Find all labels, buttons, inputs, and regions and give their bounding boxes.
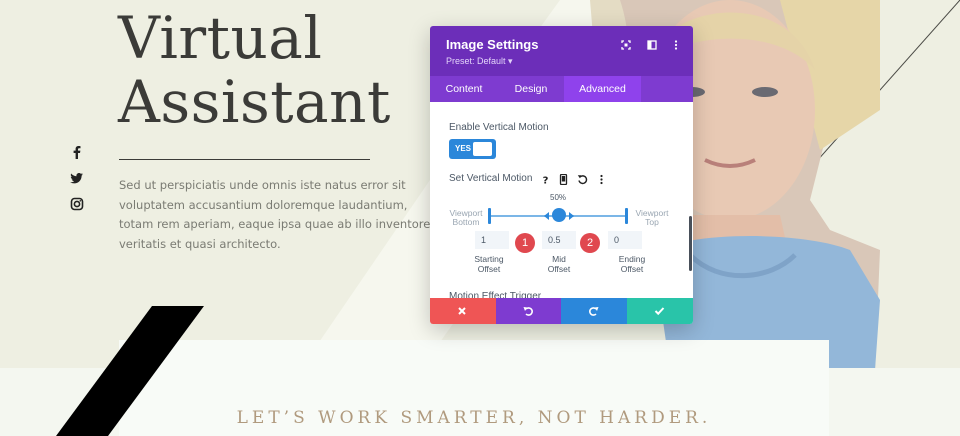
modal-scrollbar[interactable] <box>689 216 692 271</box>
viewport-top-line-2: Top <box>645 217 659 227</box>
decorative-slash <box>56 306 204 436</box>
mid-offset-label-1: Mid <box>552 254 566 264</box>
mid-handle-arrows-icon <box>544 212 574 220</box>
ending-offset-label: Ending Offset <box>607 254 657 274</box>
viewport-bottom-line-2: Bottom <box>452 217 480 227</box>
undo-button[interactable] <box>496 298 562 324</box>
section-tagline: LET’S WORK SMARTER, NOT HARDER. <box>236 408 712 428</box>
undo-icon <box>523 307 533 316</box>
set-vertical-motion-label: Set Vertical Motion <box>449 173 533 184</box>
modal-tabs: Content Design Advanced <box>430 76 693 102</box>
mid-offset-label-2: Offset <box>547 264 571 274</box>
starting-offset-label-1: Starting <box>474 254 504 264</box>
cancel-button[interactable] <box>430 298 496 324</box>
close-icon <box>458 307 466 315</box>
mid-percent-label: 50% <box>550 193 567 202</box>
viewport-top-label: Viewport Top <box>634 209 670 227</box>
mid-offset-label: Mid Offset <box>534 254 584 274</box>
vertical-motion-toggle[interactable]: YES <box>449 139 496 159</box>
modal-footer <box>430 298 693 324</box>
reset-icon[interactable] <box>577 174 588 185</box>
mid-offset-input[interactable]: 0.5 <box>542 231 576 249</box>
enable-vertical-motion-label: Enable Vertical Motion <box>449 122 549 133</box>
callout-badge-1: 1 <box>515 233 535 253</box>
page-title: Virtual Assistant <box>118 6 391 134</box>
twitter-icon[interactable] <box>70 171 84 185</box>
viewport-bottom-label: Viewport Bottom <box>448 209 484 227</box>
more-icon[interactable] <box>670 39 682 51</box>
ending-offset-label-2: Offset <box>620 264 644 274</box>
title-line-1: Virtual <box>118 4 323 72</box>
title-divider <box>119 159 370 160</box>
title-line-2: Assistant <box>118 68 391 136</box>
save-button[interactable] <box>627 298 693 324</box>
start-handle[interactable] <box>488 208 491 224</box>
fullscreen-icon[interactable] <box>620 39 632 51</box>
tab-advanced[interactable]: Advanced <box>564 76 641 102</box>
toggle-label: YES <box>455 144 472 153</box>
starting-offset-input[interactable]: 1 <box>475 231 509 249</box>
ending-offset-label-1: Ending <box>618 254 646 264</box>
redo-icon <box>589 307 599 316</box>
tab-design[interactable]: Design <box>498 76 564 102</box>
tab-content[interactable]: Content <box>430 76 498 102</box>
instagram-icon[interactable] <box>70 197 84 211</box>
mobile-icon[interactable] <box>558 174 569 185</box>
callout-badge-2: 2 <box>580 233 600 253</box>
modal-header: Image Settings Preset: Default ▾ <box>430 26 693 76</box>
starting-offset-label-2: Offset <box>477 264 501 274</box>
toggle-knob <box>473 142 492 156</box>
image-settings-modal: Image Settings Preset: Default ▾ Content… <box>430 26 693 324</box>
check-icon <box>654 307 665 316</box>
redo-button[interactable] <box>561 298 627 324</box>
hero-description: Sed ut perspiciatis unde omnis iste natu… <box>119 178 431 251</box>
svg-text:?: ? <box>543 176 549 186</box>
preset-selector[interactable]: Preset: Default ▾ <box>446 56 513 67</box>
facebook-icon[interactable] <box>70 145 84 159</box>
help-icon[interactable]: ? <box>540 174 551 186</box>
split-view-icon[interactable] <box>646 39 658 51</box>
more-icon[interactable] <box>596 174 607 185</box>
ending-offset-input[interactable]: 0 <box>608 231 642 249</box>
starting-offset-label: Starting Offset <box>464 254 514 274</box>
end-handle[interactable] <box>625 208 628 224</box>
modal-title: Image Settings <box>446 37 539 52</box>
